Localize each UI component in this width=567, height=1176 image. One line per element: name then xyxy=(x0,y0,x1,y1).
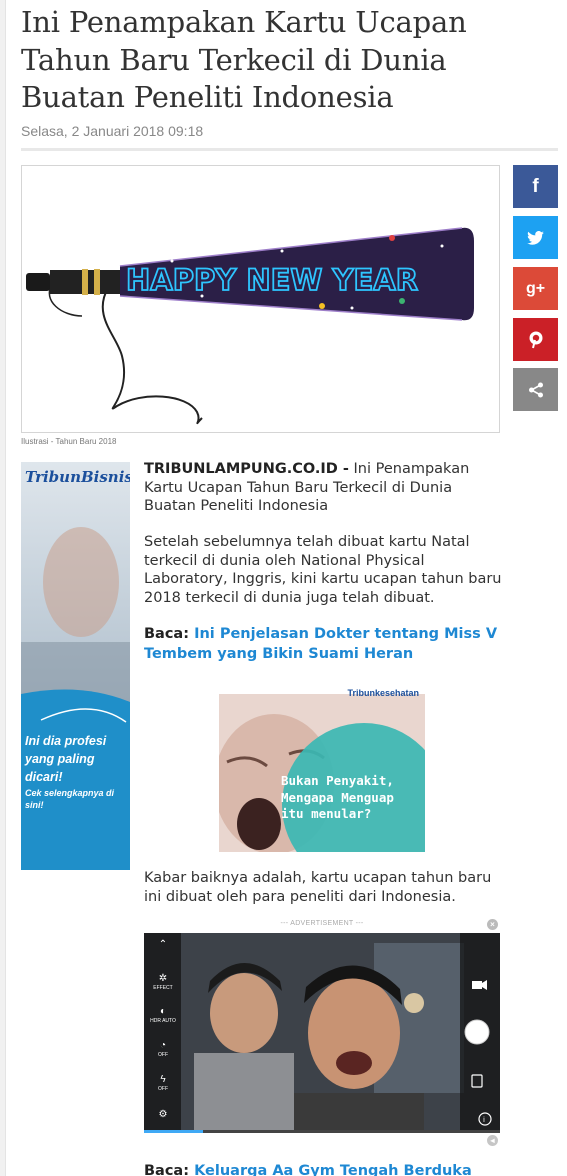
video-frame xyxy=(144,933,500,1133)
replay-icon[interactable]: ◂ xyxy=(487,1135,498,1146)
hero-caption: Ilustrasi - Tahun Baru 2018 xyxy=(21,437,117,446)
ad-close-icon[interactable]: × xyxy=(487,919,498,930)
article-source: TRIBUNLAMPUNG.CO.ID - xyxy=(144,461,349,477)
article-date: Selasa, 2 Januari 2018 09:18 xyxy=(21,123,204,139)
timer-icon: ◔ xyxy=(159,1040,167,1051)
twitter-icon xyxy=(527,230,544,245)
title-divider xyxy=(21,148,558,151)
video-progress-bar[interactable] xyxy=(144,1130,500,1133)
video-ad-player[interactable]: ⌃ ✲ EFFECT ◐ HDR AUTO ◔ OFF ϟ OFF ⚙ i xyxy=(144,933,500,1133)
twitter-share-button[interactable] xyxy=(513,216,558,259)
baca-label: Baca: xyxy=(144,626,190,642)
article-paragraph-2: Kabar baiknya adalah, kartu ucapan tahun… xyxy=(144,870,492,905)
googleplus-icon: g+ xyxy=(525,279,546,297)
effect-icon: ✲ xyxy=(158,973,168,984)
facebook-icon: f xyxy=(532,175,539,197)
camera-left-toolbar: ⌃ ✲ EFFECT ◐ HDR AUTO ◔ OFF ϟ OFF ⚙ xyxy=(144,933,181,1133)
left-gutter xyxy=(0,0,6,1176)
more-share-button[interactable] xyxy=(513,368,558,411)
camera-right-toolbar: i xyxy=(460,933,500,1133)
googleplus-share-button[interactable]: g+ xyxy=(513,267,558,310)
hero-image[interactable]: HAPPY NEW YEAR xyxy=(21,165,500,433)
baca-block-1: Baca: Ini Penjelasan Dokter tentang Miss… xyxy=(144,624,502,664)
article-title: Ini Penampakan Kartu Ucapan Tahun Baru T… xyxy=(21,5,467,114)
sidebar-ad-logo: TribunBisnis xyxy=(25,468,130,486)
article-lead: TRIBUNLAMPUNG.CO.ID - Ini Penampakan Kar… xyxy=(144,460,502,516)
hdr-icon: ◐ xyxy=(159,1006,167,1017)
sidebar-ad[interactable]: TribunBisnis Ini dia profesi yang paling… xyxy=(21,462,130,870)
sidebar-ad-cta: Cek selengkapnya di sini! xyxy=(25,788,115,810)
inline-ad-brand: Tribunkesehatan xyxy=(347,688,419,698)
video-progress-fill xyxy=(144,1130,204,1133)
sidebar-ad-tagline: Ini dia profesi yang paling dicari! xyxy=(25,734,107,784)
baca-link-1[interactable]: Ini Penjelasan Dokter tentang Miss V Tem… xyxy=(144,626,497,662)
inline-ad-photo xyxy=(219,694,425,852)
flash-control[interactable]: ϟ OFF xyxy=(148,1074,178,1092)
settings-icon[interactable]: ⚙ xyxy=(148,1109,178,1121)
svg-text:i: i xyxy=(483,1116,485,1124)
party-horn-illustration: HAPPY NEW YEAR xyxy=(26,227,474,425)
facebook-share-button[interactable]: f xyxy=(513,165,558,208)
pinterest-share-button[interactable] xyxy=(513,318,558,361)
flash-icon: ϟ xyxy=(160,1074,166,1085)
hdr-control[interactable]: ◐ HDR AUTO xyxy=(148,1006,178,1024)
baca-link-2[interactable]: Keluarga Aa Gym Tengah Berduka xyxy=(194,1163,472,1176)
pinterest-icon xyxy=(529,331,542,348)
advertisement-label: --- ADVERTISEMENT --- xyxy=(280,920,364,927)
effect-control[interactable]: ✲ EFFECT xyxy=(148,973,178,991)
camera-right-controls: i xyxy=(464,980,492,1126)
timer-control[interactable]: ◔ OFF xyxy=(148,1040,178,1058)
article-paragraph-1: Setelah sebelumnya telah dibuat kartu Na… xyxy=(144,534,502,606)
share-icon xyxy=(528,382,543,397)
baca-label-2: Baca: xyxy=(144,1163,190,1176)
baca-block-2: Baca: Keluarga Aa Gym Tengah Berduka xyxy=(144,1161,502,1176)
chevron-up-icon[interactable]: ⌃ xyxy=(148,939,178,951)
hero-text: HAPPY NEW YEAR xyxy=(126,263,418,297)
inline-ad[interactable]: Tribunkesehatan Bukan Penyakit, Mengapa … xyxy=(219,684,425,852)
inline-ad-message: Bukan Penyakit, Mengapa Menguap itu menu… xyxy=(281,773,394,821)
